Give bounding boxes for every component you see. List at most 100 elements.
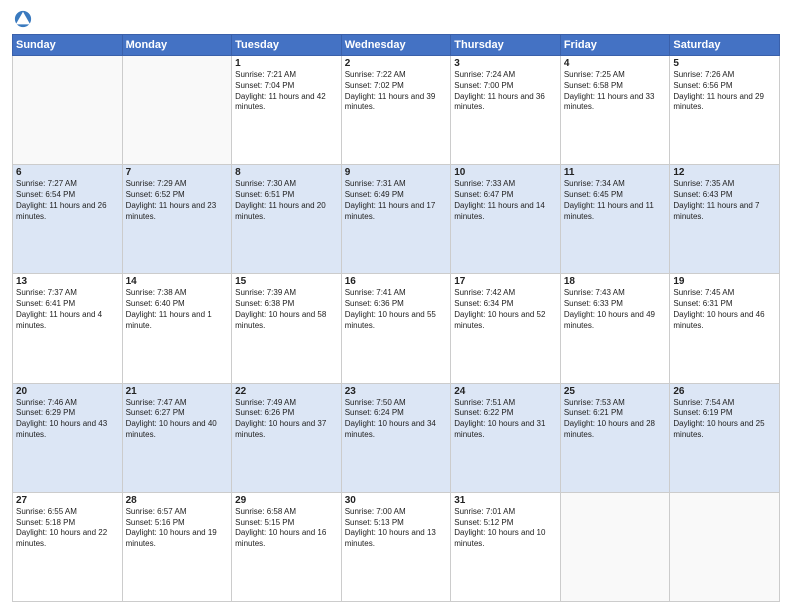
- calendar-week-row: 13Sunrise: 7:37 AMSunset: 6:41 PMDayligh…: [13, 274, 780, 383]
- day-number: 25: [564, 386, 667, 397]
- table-cell: 16Sunrise: 7:41 AMSunset: 6:36 PMDayligh…: [341, 274, 451, 383]
- table-cell: 13Sunrise: 7:37 AMSunset: 6:41 PMDayligh…: [13, 274, 123, 383]
- day-number: 30: [345, 495, 448, 506]
- day-detail: Sunrise: 7:39 AMSunset: 6:38 PMDaylight:…: [235, 288, 338, 331]
- day-detail: Sunrise: 7:21 AMSunset: 7:04 PMDaylight:…: [235, 70, 338, 113]
- day-detail: Sunrise: 7:24 AMSunset: 7:00 PMDaylight:…: [454, 70, 557, 113]
- day-detail: Sunrise: 7:35 AMSunset: 6:43 PMDaylight:…: [673, 179, 776, 222]
- col-thursday: Thursday: [451, 35, 561, 56]
- table-cell: 14Sunrise: 7:38 AMSunset: 6:40 PMDayligh…: [122, 274, 232, 383]
- day-number: 1: [235, 58, 338, 69]
- table-cell: 4Sunrise: 7:25 AMSunset: 6:58 PMDaylight…: [560, 56, 670, 165]
- calendar-week-row: 6Sunrise: 7:27 AMSunset: 6:54 PMDaylight…: [13, 165, 780, 274]
- day-detail: Sunrise: 7:01 AMSunset: 5:12 PMDaylight:…: [454, 507, 557, 550]
- day-detail: Sunrise: 6:57 AMSunset: 5:16 PMDaylight:…: [126, 507, 229, 550]
- day-number: 19: [673, 276, 776, 287]
- table-cell: 19Sunrise: 7:45 AMSunset: 6:31 PMDayligh…: [670, 274, 780, 383]
- day-detail: Sunrise: 7:37 AMSunset: 6:41 PMDaylight:…: [16, 288, 119, 331]
- day-number: 28: [126, 495, 229, 506]
- day-detail: Sunrise: 7:53 AMSunset: 6:21 PMDaylight:…: [564, 398, 667, 441]
- day-detail: Sunrise: 7:22 AMSunset: 7:02 PMDaylight:…: [345, 70, 448, 113]
- day-number: 9: [345, 167, 448, 178]
- day-number: 16: [345, 276, 448, 287]
- calendar-table: Sunday Monday Tuesday Wednesday Thursday…: [12, 34, 780, 602]
- table-cell: 31Sunrise: 7:01 AMSunset: 5:12 PMDayligh…: [451, 492, 561, 601]
- table-cell: 5Sunrise: 7:26 AMSunset: 6:56 PMDaylight…: [670, 56, 780, 165]
- day-detail: Sunrise: 7:34 AMSunset: 6:45 PMDaylight:…: [564, 179, 667, 222]
- day-detail: Sunrise: 7:49 AMSunset: 6:26 PMDaylight:…: [235, 398, 338, 441]
- day-number: 22: [235, 386, 338, 397]
- day-detail: Sunrise: 7:31 AMSunset: 6:49 PMDaylight:…: [345, 179, 448, 222]
- table-cell: 8Sunrise: 7:30 AMSunset: 6:51 PMDaylight…: [232, 165, 342, 274]
- table-cell: 10Sunrise: 7:33 AMSunset: 6:47 PMDayligh…: [451, 165, 561, 274]
- table-cell: 1Sunrise: 7:21 AMSunset: 7:04 PMDaylight…: [232, 56, 342, 165]
- day-number: 29: [235, 495, 338, 506]
- calendar-header-row: Sunday Monday Tuesday Wednesday Thursday…: [13, 35, 780, 56]
- day-detail: Sunrise: 7:00 AMSunset: 5:13 PMDaylight:…: [345, 507, 448, 550]
- day-detail: Sunrise: 6:55 AMSunset: 5:18 PMDaylight:…: [16, 507, 119, 550]
- day-detail: Sunrise: 7:25 AMSunset: 6:58 PMDaylight:…: [564, 70, 667, 113]
- col-friday: Friday: [560, 35, 670, 56]
- table-cell: 27Sunrise: 6:55 AMSunset: 5:18 PMDayligh…: [13, 492, 123, 601]
- day-number: 10: [454, 167, 557, 178]
- col-saturday: Saturday: [670, 35, 780, 56]
- day-number: 8: [235, 167, 338, 178]
- table-cell: 12Sunrise: 7:35 AMSunset: 6:43 PMDayligh…: [670, 165, 780, 274]
- day-number: 26: [673, 386, 776, 397]
- table-cell: [13, 56, 123, 165]
- day-number: 21: [126, 386, 229, 397]
- day-number: 23: [345, 386, 448, 397]
- day-detail: Sunrise: 7:46 AMSunset: 6:29 PMDaylight:…: [16, 398, 119, 441]
- day-number: 2: [345, 58, 448, 69]
- day-detail: Sunrise: 7:33 AMSunset: 6:47 PMDaylight:…: [454, 179, 557, 222]
- day-detail: Sunrise: 7:45 AMSunset: 6:31 PMDaylight:…: [673, 288, 776, 331]
- day-detail: Sunrise: 7:54 AMSunset: 6:19 PMDaylight:…: [673, 398, 776, 441]
- day-number: 4: [564, 58, 667, 69]
- day-detail: Sunrise: 7:27 AMSunset: 6:54 PMDaylight:…: [16, 179, 119, 222]
- table-cell: 21Sunrise: 7:47 AMSunset: 6:27 PMDayligh…: [122, 383, 232, 492]
- day-number: 15: [235, 276, 338, 287]
- table-cell: 26Sunrise: 7:54 AMSunset: 6:19 PMDayligh…: [670, 383, 780, 492]
- table-cell: [560, 492, 670, 601]
- table-cell: 6Sunrise: 7:27 AMSunset: 6:54 PMDaylight…: [13, 165, 123, 274]
- table-cell: [122, 56, 232, 165]
- table-cell: 24Sunrise: 7:51 AMSunset: 6:22 PMDayligh…: [451, 383, 561, 492]
- calendar-week-row: 1Sunrise: 7:21 AMSunset: 7:04 PMDaylight…: [13, 56, 780, 165]
- table-cell: 11Sunrise: 7:34 AMSunset: 6:45 PMDayligh…: [560, 165, 670, 274]
- table-cell: 7Sunrise: 7:29 AMSunset: 6:52 PMDaylight…: [122, 165, 232, 274]
- col-monday: Monday: [122, 35, 232, 56]
- day-detail: Sunrise: 7:30 AMSunset: 6:51 PMDaylight:…: [235, 179, 338, 222]
- calendar-page: Sunday Monday Tuesday Wednesday Thursday…: [0, 0, 792, 612]
- day-number: 20: [16, 386, 119, 397]
- logo: [12, 10, 36, 28]
- day-detail: Sunrise: 7:51 AMSunset: 6:22 PMDaylight:…: [454, 398, 557, 441]
- day-number: 17: [454, 276, 557, 287]
- table-cell: 20Sunrise: 7:46 AMSunset: 6:29 PMDayligh…: [13, 383, 123, 492]
- col-wednesday: Wednesday: [341, 35, 451, 56]
- calendar-week-row: 20Sunrise: 7:46 AMSunset: 6:29 PMDayligh…: [13, 383, 780, 492]
- table-cell: 17Sunrise: 7:42 AMSunset: 6:34 PMDayligh…: [451, 274, 561, 383]
- table-cell: 15Sunrise: 7:39 AMSunset: 6:38 PMDayligh…: [232, 274, 342, 383]
- header: [12, 10, 780, 28]
- table-cell: 22Sunrise: 7:49 AMSunset: 6:26 PMDayligh…: [232, 383, 342, 492]
- table-cell: 29Sunrise: 6:58 AMSunset: 5:15 PMDayligh…: [232, 492, 342, 601]
- table-cell: 3Sunrise: 7:24 AMSunset: 7:00 PMDaylight…: [451, 56, 561, 165]
- day-number: 12: [673, 167, 776, 178]
- day-number: 5: [673, 58, 776, 69]
- day-detail: Sunrise: 6:58 AMSunset: 5:15 PMDaylight:…: [235, 507, 338, 550]
- table-cell: 30Sunrise: 7:00 AMSunset: 5:13 PMDayligh…: [341, 492, 451, 601]
- table-cell: 18Sunrise: 7:43 AMSunset: 6:33 PMDayligh…: [560, 274, 670, 383]
- day-number: 11: [564, 167, 667, 178]
- table-cell: 9Sunrise: 7:31 AMSunset: 6:49 PMDaylight…: [341, 165, 451, 274]
- day-number: 6: [16, 167, 119, 178]
- day-number: 3: [454, 58, 557, 69]
- day-detail: Sunrise: 7:41 AMSunset: 6:36 PMDaylight:…: [345, 288, 448, 331]
- day-detail: Sunrise: 7:50 AMSunset: 6:24 PMDaylight:…: [345, 398, 448, 441]
- col-tuesday: Tuesday: [232, 35, 342, 56]
- table-cell: 28Sunrise: 6:57 AMSunset: 5:16 PMDayligh…: [122, 492, 232, 601]
- calendar-week-row: 27Sunrise: 6:55 AMSunset: 5:18 PMDayligh…: [13, 492, 780, 601]
- day-number: 14: [126, 276, 229, 287]
- table-cell: 23Sunrise: 7:50 AMSunset: 6:24 PMDayligh…: [341, 383, 451, 492]
- table-cell: 2Sunrise: 7:22 AMSunset: 7:02 PMDaylight…: [341, 56, 451, 165]
- day-detail: Sunrise: 7:43 AMSunset: 6:33 PMDaylight:…: [564, 288, 667, 331]
